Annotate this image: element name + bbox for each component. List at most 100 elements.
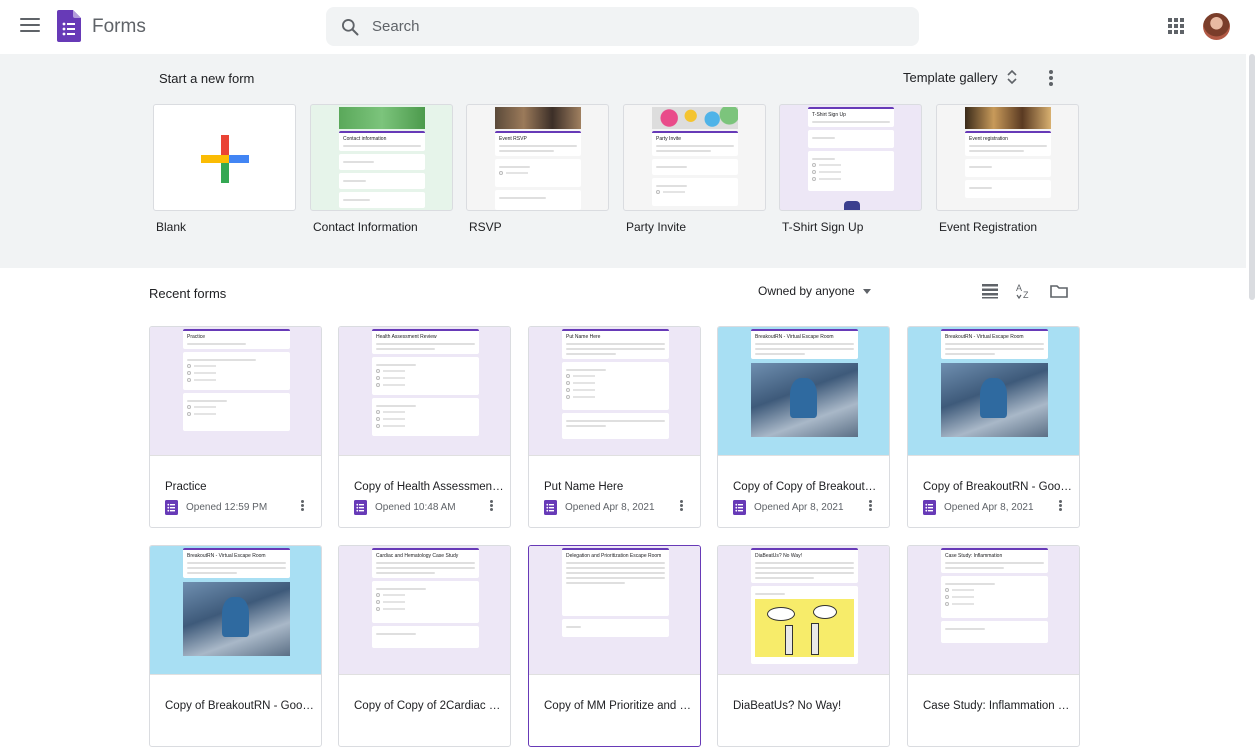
more-options-icon[interactable] <box>1052 499 1068 515</box>
preview-title: Practice <box>187 334 206 340</box>
template-blank[interactable]: Blank <box>153 104 296 234</box>
template-party-invite[interactable]: Party Invite Party Invite <box>623 104 766 234</box>
template-header-image <box>965 107 1051 129</box>
more-options-icon[interactable] <box>294 499 310 515</box>
form-title: Copy of Copy of BreakoutRN - Virtual Esc… <box>733 481 883 493</box>
nurse-photo <box>751 363 858 437</box>
more-options-icon[interactable] <box>483 499 499 515</box>
scrollbar[interactable] <box>1246 0 1258 720</box>
preview-title: Case Study: Inflammation <box>945 553 1003 559</box>
template-header-image <box>652 107 738 129</box>
recent-form-card[interactable]: Health Assessment Review Copy of Health … <box>338 326 511 528</box>
template-thumbnail[interactable]: T-Shirt Sign Up <box>779 104 922 211</box>
recent-form-card[interactable]: DiaBeatUs? No Way! DiaBeatUs? No Way! <box>717 545 890 747</box>
form-meta: Opened 12:59 PM <box>165 500 267 515</box>
more-options-icon[interactable] <box>862 499 878 515</box>
forms-file-icon <box>544 500 557 515</box>
template-gallery-button[interactable]: Template gallery <box>903 69 1018 85</box>
form-title: Copy of BreakoutRN - Google Forms <box>165 700 315 712</box>
template-tshirt-sign-up[interactable]: T-Shirt Sign Up T-Shirt Sign Up <box>779 104 922 234</box>
form-meta: Opened Apr 8, 2021 <box>733 500 844 515</box>
form-thumbnail: Delegation and Prioritization Escape Roo… <box>529 546 700 675</box>
recent-form-card[interactable]: Practice Practice Opened 12:59 PM <box>149 326 322 528</box>
more-options-icon[interactable] <box>673 499 689 515</box>
preview-title: Cardiac and Hematology Case Study <box>376 553 459 559</box>
sort-az-icon[interactable]: A Z <box>1014 281 1034 301</box>
template-gallery-label: Template gallery <box>903 69 998 85</box>
form-title: Put Name Here <box>544 481 624 493</box>
template-label: Party Invite <box>626 220 687 234</box>
template-thumbnail[interactable]: Event RSVP <box>466 104 609 211</box>
top-app-bar: Forms <box>0 0 1258 54</box>
form-title: Copy of Copy of 2Cardiac and Hematology … <box>354 700 504 712</box>
scrollbar-thumb[interactable] <box>1249 54 1255 300</box>
svg-text:Z: Z <box>1023 290 1029 300</box>
account-avatar[interactable] <box>1203 13 1230 40</box>
form-title: Copy of MM Prioritize and Delegate <box>544 700 694 712</box>
nurse-photo <box>941 363 1048 437</box>
cartoon-image <box>755 599 854 657</box>
template-thumbnail[interactable]: Contact information <box>310 104 453 211</box>
search-icon[interactable] <box>340 17 360 37</box>
recent-form-card[interactable]: BreakoutRN - Virtual Escape Room Copy of… <box>149 545 322 747</box>
search-bar[interactable] <box>326 7 919 46</box>
recent-form-card[interactable]: Put Name Here Put Name Here Opened Apr 8… <box>528 326 701 528</box>
owner-filter-dropdown[interactable]: Owned by anyone <box>758 284 871 298</box>
start-new-form-heading: Start a new form <box>159 71 255 86</box>
recent-form-card[interactable]: BreakoutRN - Virtual Escape Room Copy of… <box>717 326 890 528</box>
template-thumbnail[interactable]: Party Invite <box>623 104 766 211</box>
preview-title: Health Assessment Review <box>376 334 437 340</box>
recent-form-card[interactable]: Delegation and Prioritization Escape Roo… <box>528 545 701 747</box>
list-view-icon[interactable] <box>980 281 1000 301</box>
template-label: Contact Information <box>313 220 418 234</box>
forms-logo-icon[interactable] <box>57 10 81 42</box>
template-rsvp[interactable]: Event RSVP RSVP <box>466 104 609 234</box>
form-thumbnail: Case Study: Inflammation <box>908 546 1079 675</box>
recent-forms-heading: Recent forms <box>149 286 227 301</box>
template-label: RSVP <box>469 220 502 234</box>
template-contact-information[interactable]: Contact information Contact Information <box>310 104 453 234</box>
nurse-photo <box>183 582 290 656</box>
template-section: Start a new form Template gallery Blank … <box>0 54 1246 268</box>
opened-time: Opened 12:59 PM <box>186 502 268 513</box>
app-name: Forms <box>92 16 146 37</box>
forms-file-icon <box>733 500 746 515</box>
folder-icon[interactable] <box>1049 281 1069 301</box>
preview-title: DiaBeatUs? No Way! <box>755 553 803 559</box>
google-apps-icon[interactable] <box>1166 16 1186 36</box>
forms-file-icon <box>923 500 936 515</box>
recent-form-card[interactable]: Case Study: Inflammation Case Study: Inf… <box>907 545 1080 747</box>
form-meta: Opened 10:48 AM <box>354 500 456 515</box>
recent-form-card[interactable]: Cardiac and Hematology Case Study Copy o… <box>338 545 511 747</box>
forms-file-icon <box>354 500 367 515</box>
template-event-registration[interactable]: Event registration Event Registration <box>936 104 1079 234</box>
form-thumbnail: Cardiac and Hematology Case Study <box>339 546 510 675</box>
template-label: Event Registration <box>939 220 1038 234</box>
form-meta: Opened Apr 8, 2021 <box>923 500 1034 515</box>
recent-form-card[interactable]: BreakoutRN - Virtual Escape Room Copy of… <box>907 326 1080 528</box>
template-thumbnail[interactable] <box>153 104 296 211</box>
form-thumbnail: BreakoutRN - Virtual Escape Room <box>150 546 321 675</box>
form-title: Case Study: Inflammation and Infection <box>923 700 1073 712</box>
form-thumbnail: Put Name Here <box>529 327 700 456</box>
preview-title: Event registration <box>969 136 1008 142</box>
opened-time: Opened 10:48 AM <box>375 502 456 513</box>
template-thumbnail[interactable]: Event registration <box>936 104 1079 211</box>
dropdown-arrow-icon <box>862 288 871 294</box>
preview-title: BreakoutRN - Virtual Escape Room <box>187 553 266 559</box>
owner-filter-label: Owned by anyone <box>758 284 855 298</box>
search-input[interactable] <box>372 7 892 46</box>
form-thumbnail: BreakoutRN - Virtual Escape Room <box>718 327 889 456</box>
svg-text:A: A <box>1016 283 1022 293</box>
preview-title: Contact information <box>343 136 387 142</box>
preview-title: Event RSVP <box>499 136 527 142</box>
template-header-image <box>339 107 425 129</box>
template-more-options-icon[interactable] <box>1041 68 1061 88</box>
form-thumbnail: BreakoutRN - Virtual Escape Room <box>908 327 1079 456</box>
preview-title: BreakoutRN - Virtual Escape Room <box>755 334 834 340</box>
preview-title: Put Name Here <box>566 334 601 340</box>
form-title: Copy of BreakoutRN - Google Forms <box>923 481 1073 493</box>
form-thumbnail: Practice <box>150 327 321 456</box>
main-menu-icon[interactable] <box>18 14 42 38</box>
unfold-more-icon <box>1007 69 1017 85</box>
